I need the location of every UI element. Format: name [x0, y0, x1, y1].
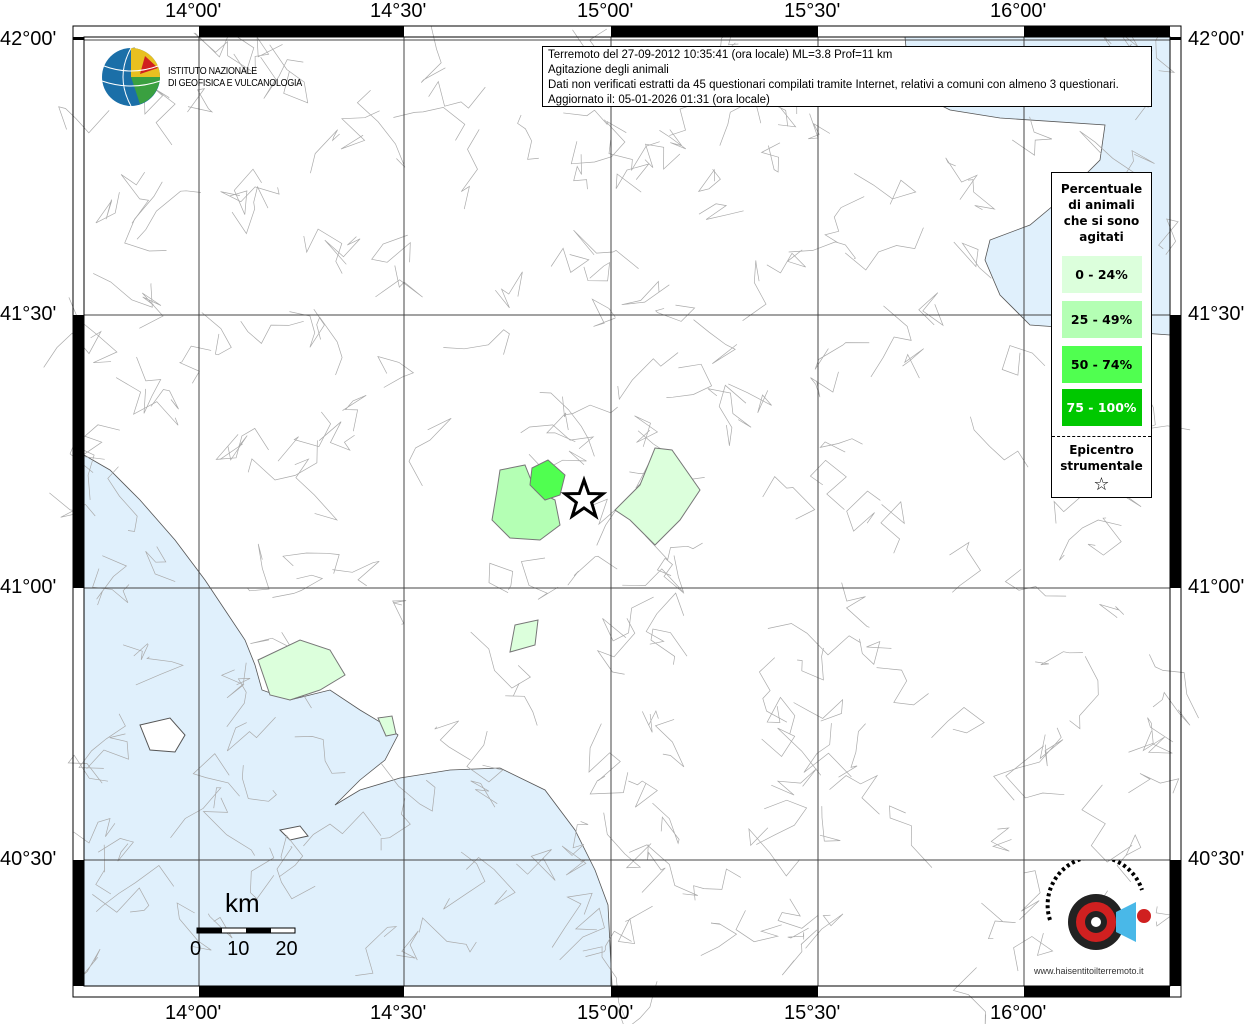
star-icon: ☆: [1093, 474, 1110, 495]
legend-class-75-100: 75 - 100%: [1061, 389, 1142, 426]
frame-segment: [1170, 860, 1181, 986]
scale-unit: km: [225, 888, 260, 918]
legend-class-25-49: 25 - 49%: [1061, 301, 1142, 338]
legend-class-50-74: 50 - 74%: [1061, 346, 1142, 383]
lon-label-top: 14°30': [370, 0, 427, 22]
ingv-globe-icon: [101, 47, 161, 107]
frame-segment: [611, 26, 818, 37]
event-title: Terremoto del 27-09-2012 10:35:41 (ora l…: [548, 49, 893, 61]
frame-segment: [1024, 986, 1170, 997]
frame-segment: [1170, 37, 1181, 40]
lon-label-top: 15°00': [577, 0, 634, 22]
scale-tick: 20: [275, 938, 298, 960]
frame-segment: [73, 860, 84, 986]
lon-label-top: 15°30': [784, 0, 841, 22]
lat-label-right: 40°30': [1188, 848, 1245, 870]
lon-label-top: 14°00': [165, 0, 222, 22]
lon-label-bottom: 14°00': [165, 1002, 222, 1024]
legend-title-line: di animali: [1068, 198, 1135, 212]
event-info-box: Terremoto del 27-09-2012 10:35:41 (ora l…: [542, 46, 1152, 107]
lat-label-left: 41°30': [0, 303, 57, 325]
legend-epicentre-line: strumentale: [1060, 459, 1143, 473]
legend-epicentre-line: Epicentro: [1069, 443, 1134, 457]
haisentito-target-icon: [1045, 854, 1151, 950]
legend-class-0-24: 0 - 24%: [1061, 256, 1142, 293]
scale-tick: 0: [190, 938, 202, 960]
legend-title-line: che si sono: [1063, 214, 1140, 228]
legend-title-line: Percentuale: [1060, 182, 1143, 196]
ingv-logo: ISTITUTO NAZIONALE DI GEOFISICA E VULCANO…: [100, 46, 326, 108]
lat-label-left: 40°30': [0, 848, 57, 870]
lon-label-bottom: 16°00': [990, 1002, 1047, 1024]
frame-segment: [73, 37, 84, 40]
scale-tick: 10: [227, 938, 250, 960]
scale-bar-graphic: [196, 927, 296, 934]
lat-label-left: 41°00': [0, 576, 57, 598]
legend-title-line: agitati: [1079, 230, 1124, 244]
lon-label-bottom: 15°00': [577, 1002, 634, 1024]
map-subject: Agitazione degli animali: [548, 64, 669, 76]
legend-title: Percentuale di animali che si sono agita…: [1052, 181, 1151, 245]
frame-segment: [1170, 315, 1181, 588]
data-note: Dati non verificati estratti da 45 quest…: [548, 79, 1119, 91]
logo-text-line2: DI GEOFISICA E VULCANOLOGIA: [168, 77, 302, 89]
frame-segment: [199, 986, 404, 997]
logo-text-line1: ISTITUTO NAZIONALE: [168, 65, 257, 77]
lon-label-bottom: 14°30': [370, 1002, 427, 1024]
lat-label-left: 42°00': [0, 28, 57, 50]
update-time: Aggiornato il: 05-01-2026 01:31 (ora loc…: [548, 94, 770, 106]
haisentito-logo: www.haisentitoilterremoto.it: [1034, 854, 1156, 985]
legend: Percentuale di animali che si sono agita…: [1051, 172, 1152, 498]
lat-label-right: 41°30': [1188, 303, 1245, 325]
frame-segment: [199, 26, 404, 37]
legend-epicentre: Epicentro strumentale ☆: [1052, 436, 1151, 495]
scale-bar: km 0 10 20: [190, 888, 300, 961]
lat-label-right: 41°00': [1188, 576, 1245, 598]
lon-label-top: 16°00': [990, 0, 1047, 22]
frame-segment: [1024, 26, 1170, 37]
lat-label-right: 42°00': [1188, 28, 1245, 50]
watermark-text: www.haisentitoilterremoto.it: [1034, 966, 1144, 976]
frame-segment: [611, 986, 818, 997]
frame-segment: [73, 315, 84, 588]
lon-label-bottom: 15°30': [784, 1002, 841, 1024]
